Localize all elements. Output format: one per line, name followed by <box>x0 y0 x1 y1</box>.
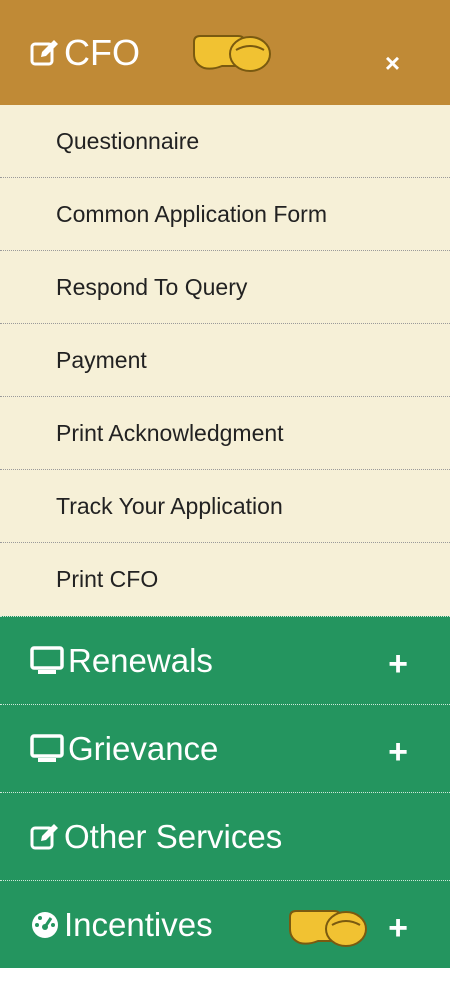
dashboard-icon <box>30 910 60 940</box>
cfo-header[interactable]: CFO × <box>0 0 450 105</box>
monitor-icon <box>30 733 64 764</box>
pointing-hand-icon <box>192 28 272 79</box>
menu-item-grievance[interactable]: Grievance + <box>0 704 450 792</box>
menu-item-renewals[interactable]: Renewals + <box>0 616 450 704</box>
submenu-item-print-acknowledgment[interactable]: Print Acknowledgment <box>0 397 450 470</box>
expand-icon[interactable]: + <box>388 911 408 945</box>
menu-item-incentives[interactable]: Incentives + <box>0 880 450 968</box>
side-menu: CFO × Questionnaire Common Application F… <box>0 0 450 1003</box>
close-button[interactable]: × <box>385 50 400 76</box>
pointing-hand-icon <box>288 903 368 957</box>
submenu-item-track-your-application[interactable]: Track Your Application <box>0 470 450 543</box>
menu-item-label: Grievance <box>68 729 219 767</box>
monitor-icon <box>30 645 64 676</box>
submenu-item-payment[interactable]: Payment <box>0 324 450 397</box>
menu-item-label: Other Services <box>64 817 283 855</box>
edit-icon <box>30 822 60 852</box>
submenu-item-questionnaire[interactable]: Questionnaire <box>0 105 450 178</box>
menu-item-label: Renewals <box>68 641 213 679</box>
submenu-item-print-cfo[interactable]: Print CFO <box>0 543 450 616</box>
expand-icon[interactable]: + <box>388 647 408 681</box>
submenu-item-respond-to-query[interactable]: Respond To Query <box>0 251 450 324</box>
cfo-title: CFO <box>64 31 140 73</box>
expand-icon[interactable]: + <box>388 735 408 769</box>
cfo-submenu: Questionnaire Common Application Form Re… <box>0 105 450 616</box>
menu-item-label: Incentives <box>64 905 213 943</box>
menu-item-other-services[interactable]: Other Services <box>0 792 450 880</box>
submenu-item-common-application-form[interactable]: Common Application Form <box>0 178 450 251</box>
edit-icon <box>30 38 60 68</box>
